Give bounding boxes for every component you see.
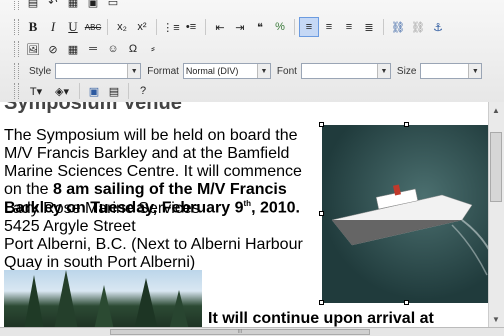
align-center-icon[interactable]: ≡	[319, 17, 339, 37]
resize-handle[interactable]	[319, 211, 324, 216]
flash-icon[interactable]: ⊘	[43, 39, 63, 59]
chevron-down-icon[interactable]: ▼	[256, 64, 270, 78]
show-blocks-icon[interactable]: ▤	[104, 81, 124, 101]
link-icon[interactable]: ⛓	[388, 17, 408, 37]
format-select-value: Normal (DIV)	[185, 66, 239, 76]
help-icon[interactable]: ?	[133, 81, 153, 101]
template-icon[interactable]: ▭	[103, 0, 123, 12]
separator	[205, 19, 206, 35]
insert-image-icon[interactable]: 🖼	[23, 39, 43, 59]
bulleted-list-icon[interactable]: •≡	[181, 17, 201, 37]
forest-image[interactable]	[4, 270, 202, 327]
chevron-down-icon[interactable]: ▼	[127, 64, 141, 78]
format-select[interactable]: Normal (DIV) ▼	[182, 63, 271, 79]
align-left-icon[interactable]: ≡	[299, 17, 319, 37]
text-color-icon[interactable]: T▾	[23, 81, 49, 101]
outdent-icon[interactable]: ⇤	[210, 17, 230, 37]
separator	[107, 19, 108, 35]
editor-content-area[interactable]: Symposium Venue The Symposium will be he…	[0, 102, 489, 327]
maximize-icon[interactable]: ▣	[84, 81, 104, 101]
scroll-thumb-grip: III	[237, 329, 243, 335]
source-icon[interactable]: ▤	[23, 0, 43, 12]
toolbar-grip[interactable]	[14, 83, 19, 99]
align-right-icon[interactable]: ≡	[339, 17, 359, 37]
separator	[156, 19, 157, 35]
toolbar-row-3: 🖼 ⊘ ▦ ═ ☺ Ω ⸗	[14, 38, 163, 60]
toolbar-grip[interactable]	[14, 0, 19, 10]
toolbar-grip[interactable]	[14, 63, 19, 79]
style-select[interactable]: ▼	[55, 63, 142, 79]
image-icon[interactable]: ▣	[83, 0, 103, 12]
unlink-icon[interactable]: ⛓	[408, 17, 428, 37]
toolbar-row-1: ▤ ↶ ▦ ▣ ▭	[14, 0, 123, 13]
align-justify-icon[interactable]: ≣	[359, 17, 379, 37]
toolbar-grip[interactable]	[14, 19, 19, 35]
strikethrough-icon[interactable]: ABC	[83, 17, 103, 37]
scroll-down-icon[interactable]: ▼	[489, 311, 503, 327]
italic-icon[interactable]: I	[43, 17, 63, 37]
size-label: Size	[396, 65, 417, 77]
resize-handle[interactable]	[319, 122, 324, 127]
format-label: Format	[147, 65, 179, 77]
address-line-2: 5425 Argyle Street	[4, 218, 136, 235]
resize-handle[interactable]	[404, 300, 409, 305]
table-icon[interactable]: ▦	[63, 0, 83, 12]
ferry-illustration	[331, 184, 488, 276]
separator	[128, 83, 129, 99]
resize-handle[interactable]	[404, 122, 409, 127]
forest-illustration	[24, 270, 189, 327]
font-select[interactable]: ▼	[300, 63, 391, 79]
background-color-icon[interactable]: ◈▾	[49, 81, 75, 101]
horizontal-rule-icon[interactable]: ═	[83, 39, 103, 59]
bold-icon[interactable]: B	[23, 17, 43, 37]
numbered-list-icon[interactable]: ⋮≡	[161, 17, 181, 37]
section-heading: Symposium Venue	[4, 102, 182, 114]
indent-icon[interactable]: ⇥	[230, 17, 250, 37]
resize-handle[interactable]	[319, 300, 324, 305]
div-container-icon[interactable]: %	[270, 17, 290, 37]
font-label: Font	[276, 65, 297, 77]
toolbar-row-5: T▾ ◈▾ ▣ ▤ ?	[14, 80, 153, 102]
vertical-scroll-thumb[interactable]	[490, 132, 502, 202]
address-line-1: Lady Rose Marine Services	[4, 200, 200, 217]
special-char-icon[interactable]: Ω	[123, 39, 143, 59]
toolbar-row-4: Style ▼ Format Normal (DIV) ▼ Font ▼ Siz…	[14, 60, 483, 82]
page-break-icon[interactable]: ⸗	[143, 39, 163, 59]
undo-icon[interactable]: ↶	[43, 0, 63, 12]
separator	[294, 19, 295, 35]
ferry-image[interactable]	[322, 125, 488, 303]
smiley-icon[interactable]: ☺	[103, 39, 123, 59]
underline-icon[interactable]: U	[63, 17, 83, 37]
horizontal-scroll-thumb[interactable]: III	[110, 329, 370, 335]
scroll-up-icon[interactable]: ▲	[489, 102, 503, 118]
toolbar-row-2: B I U ABC x₂ x² ⋮≡ •≡ ⇤ ⇥ ❝ % ≡ ≡ ≡ ≣ ⛓ …	[14, 16, 448, 38]
editor-toolbar: ▤ ↶ ▦ ▣ ▭ B I U ABC x₂ x² ⋮≡ •≡ ⇤ ⇥ ❝ % …	[0, 0, 504, 103]
anchor-icon[interactable]: ⚓	[428, 17, 448, 37]
continuation-paragraph: It will continue upon arrival at Bamfiel…	[208, 310, 434, 327]
address-line-3: Port Alberni, B.C. (Next to Alberni Harb…	[4, 236, 303, 271]
blockquote-icon[interactable]: ❝	[250, 17, 270, 37]
chevron-down-icon[interactable]: ▼	[468, 64, 482, 78]
toolbar-grip[interactable]	[14, 41, 19, 57]
separator	[79, 83, 80, 99]
insert-table-icon[interactable]: ▦	[63, 39, 83, 59]
vertical-scrollbar[interactable]: ▲ ▼	[488, 102, 504, 327]
chevron-down-icon[interactable]: ▼	[376, 64, 390, 78]
superscript-icon[interactable]: x²	[132, 17, 152, 37]
subscript-icon[interactable]: x₂	[112, 17, 132, 37]
separator	[383, 19, 384, 35]
style-label: Style	[29, 65, 52, 77]
address-block: Lady Rose Marine Services 5425 Argyle St…	[4, 200, 316, 272]
size-select[interactable]: ▼	[420, 63, 483, 79]
